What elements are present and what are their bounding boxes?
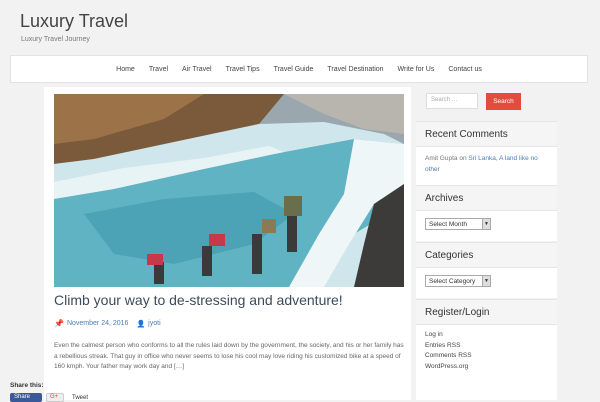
nav-item-contact-us[interactable]: Contact us xyxy=(448,66,481,73)
share-buttons: Share G+ Tweet xyxy=(10,393,88,402)
comment-author[interactable]: Amit Gupta xyxy=(425,155,458,162)
post-author[interactable]: jyoti xyxy=(148,320,160,327)
recent-comments-title: Recent Comments xyxy=(416,121,557,147)
post-date[interactable]: November 24, 2016 xyxy=(67,320,128,327)
nav-item-travel-tips[interactable]: Travel Tips xyxy=(226,66,260,73)
archives-select[interactable]: Select Month ▼ xyxy=(425,218,491,230)
nav-item-air-travel[interactable]: Air Travel xyxy=(182,66,212,73)
post-featured-image[interactable] xyxy=(54,94,404,287)
archives-select-value: Select Month xyxy=(429,221,467,228)
comments-rss-link[interactable]: Comments RSS xyxy=(425,351,548,362)
site-title[interactable]: Luxury Travel xyxy=(20,11,128,32)
chevron-down-icon: ▼ xyxy=(482,219,490,229)
nav-item-home[interactable]: Home xyxy=(116,66,135,73)
categories-select-value: Select Category xyxy=(429,278,476,285)
entries-rss-link[interactable]: Entries RSS xyxy=(425,341,548,352)
main-navigation: Home Travel Air Travel Travel Tips Trave… xyxy=(10,55,588,83)
register-widget: Log in Entries RSS Comments RSS WordPres… xyxy=(416,325,557,400)
post-content: Climb your way to de-stressing and adven… xyxy=(44,87,411,400)
archives-widget: Select Month ▼ xyxy=(416,211,557,241)
search-button[interactable]: Search xyxy=(486,93,521,110)
search-input[interactable]: Search … xyxy=(426,93,478,109)
recent-comment-item: Amit Gupta on Sri Lanka, A land like no … xyxy=(416,147,557,181)
categories-title: Categories xyxy=(416,242,557,268)
post-title[interactable]: Climb your way to de-stressing and adven… xyxy=(54,292,404,308)
wordpress-org-link[interactable]: WordPress.org xyxy=(425,362,548,373)
user-icon: 👤 xyxy=(136,320,146,328)
nav-item-write-for-us[interactable]: Write for Us xyxy=(398,66,435,73)
sidebar: Search … Search Recent Comments Amit Gup… xyxy=(416,87,557,400)
comment-on-text: on xyxy=(459,155,467,162)
post-meta: 📌 November 24, 2016 👤 jyoti xyxy=(54,319,161,328)
archives-title: Archives xyxy=(416,185,557,211)
register-title: Register/Login xyxy=(416,299,557,325)
categories-widget: Select Category ▼ xyxy=(416,268,557,298)
nav-item-travel-guide[interactable]: Travel Guide xyxy=(274,66,314,73)
categories-select[interactable]: Select Category ▼ xyxy=(425,275,491,287)
nav-item-travel[interactable]: Travel xyxy=(149,66,168,73)
login-link[interactable]: Log in xyxy=(425,330,548,341)
gplus-share-button[interactable]: G+ xyxy=(46,393,64,402)
pin-icon: 📌 xyxy=(54,319,64,328)
facebook-share-button[interactable]: Share xyxy=(10,393,42,402)
share-label: Share this: xyxy=(10,382,44,389)
meta-links: Log in Entries RSS Comments RSS WordPres… xyxy=(416,325,557,377)
site-tagline: Luxury Travel Journey xyxy=(21,36,90,43)
post-excerpt: Even the calmest person who conforms to … xyxy=(54,342,404,370)
chevron-down-icon: ▼ xyxy=(482,276,490,286)
nav-item-travel-destination[interactable]: Travel Destination xyxy=(327,66,383,73)
